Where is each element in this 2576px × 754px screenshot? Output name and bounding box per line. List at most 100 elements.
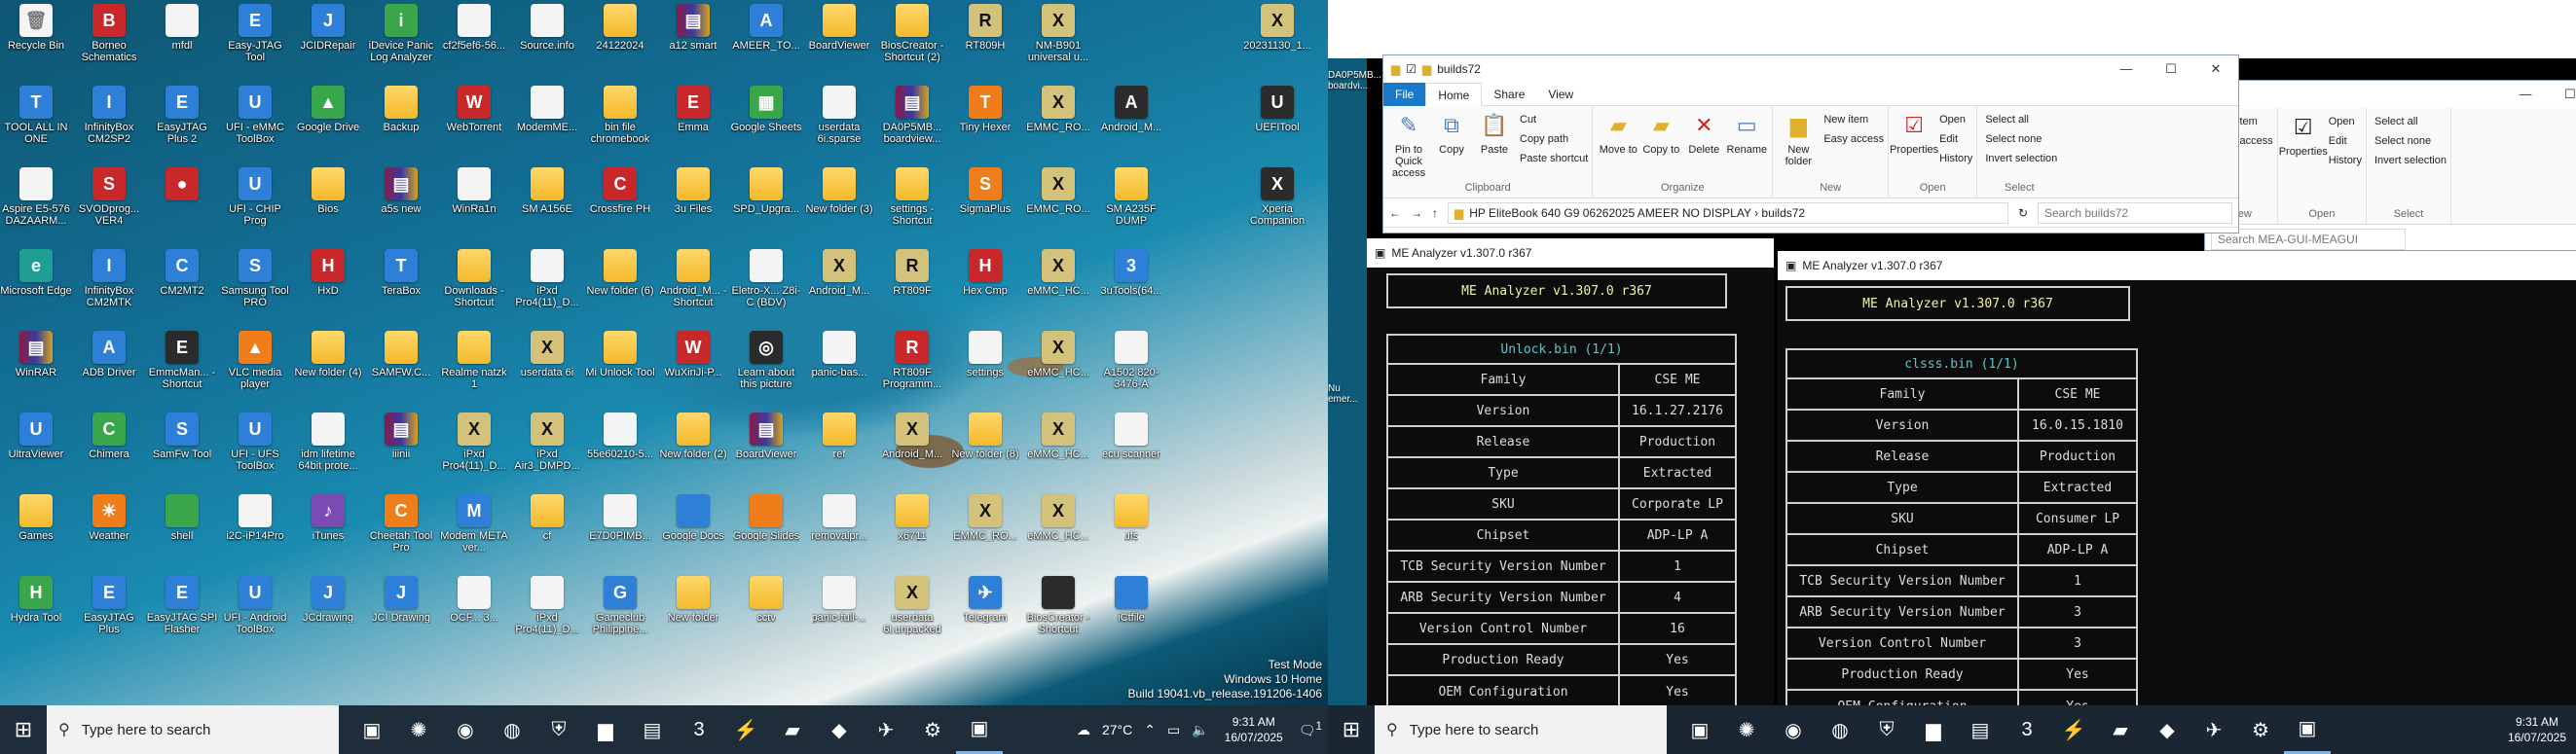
forward-arrow-icon[interactable]: → — [1411, 206, 1422, 220]
desktop-icon[interactable]: cf — [511, 490, 583, 570]
desktop-icon[interactable]: X Xperia Companion — [1241, 163, 1313, 243]
desktop-icon[interactable]: BiosCreator - Shortcut — [1022, 572, 1094, 652]
desktop-icon[interactable]: settings — [949, 327, 1021, 407]
tab-home[interactable]: Home — [1425, 82, 1483, 106]
select-none-button[interactable]: Select none — [1985, 129, 2057, 149]
volume-icon[interactable]: 🔈 — [1186, 722, 1214, 738]
desktop-icon[interactable]: ufs — [1095, 490, 1167, 570]
start-button[interactable]: ⊞ — [0, 705, 47, 754]
desktop-icon[interactable]: U UFI - Android ToolBox — [219, 572, 291, 652]
desktop-icon[interactable]: XeMMC_HC... — [1022, 245, 1094, 325]
desktop-icon[interactable]: XeMMC_HC... — [1022, 409, 1094, 488]
desktop-icon[interactable]: U UEFITool — [1241, 82, 1313, 162]
desktop-icon[interactable]: M Modem META ver... — [438, 490, 510, 570]
desktop-icon[interactable]: E EmmcMan... - Shortcut — [146, 327, 218, 407]
desktop-icon[interactable]: A ADB Driver — [73, 327, 145, 407]
network-icon[interactable]: ▭ — [1161, 722, 1186, 738]
desktop-icon[interactable]: I InfinityBox CM2SP2 — [73, 82, 145, 162]
desktop-icon[interactable]: OCF... 3... — [438, 572, 510, 652]
desktop-icon[interactable]: X EMMC_RO... — [1022, 163, 1094, 243]
desktop-icon[interactable]: New folder (3) — [803, 163, 875, 243]
open-button[interactable]: Open — [1939, 110, 1972, 129]
desktop-icon[interactable]: ▲ Google Drive — [292, 82, 364, 162]
copilot-icon[interactable]: ✺ — [395, 705, 442, 754]
pin-quick-access-button[interactable]: ✎ Pin to Quick access — [1387, 110, 1430, 182]
desktop-icon[interactable]: XiPxd Air3_DMPD... — [511, 409, 583, 488]
desktop-icon[interactable]: I InfinityBox CM2MTK — [73, 245, 145, 325]
desktop-icon[interactable]: Games — [0, 490, 72, 570]
desktop-icon[interactable]: ♪ iTunes — [292, 490, 364, 570]
desktop-icon[interactable]: SAMFW.C... — [365, 327, 437, 407]
3utools-icon[interactable]: 3 — [676, 705, 722, 754]
desktop-icon[interactable]: New folder (4) — [292, 327, 364, 407]
invert-selection-button[interactable]: Invert selection — [2374, 151, 2447, 170]
desktop-icon[interactable]: ▤ iiinii — [365, 409, 437, 488]
history-button[interactable]: History — [2329, 151, 2362, 170]
desktop-icon[interactable]: C Cheetah Tool Pro — [365, 490, 437, 570]
back-arrow-icon[interactable]: ← — [1389, 206, 1401, 220]
desktop-icon[interactable]: C Crossfire PH — [584, 163, 656, 243]
desktop-icon[interactable]: J JCI Drawing — [365, 572, 437, 652]
terminal-icon[interactable]: ▰ — [2097, 705, 2144, 754]
me-analyzer-taskbar-icon[interactable]: ▣ — [956, 705, 1003, 754]
search-box[interactable]: Search MEA-GUI-MEAGUI — [2211, 228, 2406, 250]
close-icon[interactable]: ✕ — [2193, 61, 2238, 77]
desktop-icon[interactable]: J JCdrawing — [292, 572, 364, 652]
task-view-icon[interactable]: ▣ — [349, 705, 395, 754]
edit-button[interactable]: Edit — [1939, 129, 1972, 149]
telegram-icon[interactable]: ✈ — [863, 705, 909, 754]
desktop-icon[interactable]: Mi Unlock Tool — [584, 327, 656, 407]
desktop-icon[interactable]: Google Slides — [730, 490, 802, 570]
desktop-icon[interactable]: H HxD — [292, 245, 364, 325]
desktop-icon[interactable]: ref — [803, 409, 875, 488]
new-item-button[interactable]: New item — [1823, 110, 1884, 129]
desktop-icon[interactable]: ☀ Weather — [73, 490, 145, 570]
desktop-icon[interactable]: Xuserdata 6i.unpacked — [876, 572, 948, 652]
me-analyzer-taskbar-icon[interactable]: ▣ — [2284, 705, 2331, 754]
move-to-button[interactable]: ▰ Move to — [1597, 110, 1639, 182]
desktop-icon[interactable]: C CM2MT2 — [146, 245, 218, 325]
desktop-icon[interactable]: bin file chromebook — [584, 82, 656, 162]
paste-button[interactable]: 📋 Paste — [1473, 110, 1516, 182]
desktop-icon[interactable]: H Hex Cmp — [949, 245, 1021, 325]
desktop-icon[interactable]: W WebTorrent — [438, 82, 510, 162]
desktop-icon[interactable]: New folder (2) — [657, 409, 729, 488]
desktop-icon[interactable]: ▤ a5s new — [365, 163, 437, 243]
desktop-icon[interactable]: ▤ DA0P5MB... boardview... — [876, 82, 948, 162]
desktop-icon[interactable]: U UFI - UFS ToolBox — [219, 409, 291, 488]
chrome-icon[interactable]: ◉ — [1770, 705, 1817, 754]
desktop-icon[interactable]: Android_M... - Shortcut — [657, 245, 729, 325]
desktop-icon[interactable]: E7D0PIMB... — [584, 490, 656, 570]
desktop-icon[interactable]: Downloads - Shortcut — [438, 245, 510, 325]
shield-app-icon[interactable]: ⛨ — [1863, 705, 1910, 754]
side-desktop-label[interactable]: DA0P5MB... boardvi... — [1328, 70, 1381, 91]
desktop-icon[interactable]: mfdl — [146, 0, 218, 80]
history-button[interactable]: History — [1939, 149, 1972, 168]
desktop-icon[interactable]: A1502 820-3476-A — [1095, 327, 1167, 407]
tab-share[interactable]: Share — [1482, 83, 1536, 106]
desktop-icon[interactable]: S SamFw Tool — [146, 409, 218, 488]
edit-button[interactable]: Edit — [2329, 131, 2362, 151]
desktop-icon[interactable]: XeMMC_HC... — [1022, 327, 1094, 407]
copy-button[interactable]: ⧉ Copy — [1430, 110, 1473, 182]
cut-button[interactable]: Cut — [1520, 110, 1588, 129]
refresh-icon[interactable]: ↻ — [2018, 206, 2028, 220]
desktop-icon[interactable]: X NM-B901 universal u... — [1022, 0, 1094, 80]
desktop-icon[interactable]: T TOOL ALL IN ONE — [0, 82, 72, 162]
desktop-icon[interactable]: SPD_Upgra... — [730, 163, 802, 243]
desktop-icon[interactable]: panic-full-... — [803, 572, 875, 652]
weather-icon[interactable]: ☁ — [1071, 722, 1096, 738]
new-folder-button[interactable]: ▆ New folder — [1777, 110, 1820, 182]
3utools-icon[interactable]: 3 — [2004, 705, 2050, 754]
taskbar-search[interactable]: ⚲ Type here to search — [47, 705, 339, 754]
desktop-icon[interactable]: Xuserdata 6i — [511, 327, 583, 407]
desktop-icon[interactable]: userdata 6i.sparse — [803, 82, 875, 162]
desktop-icon[interactable]: S SVODprog... VER4 — [73, 163, 145, 243]
desktop-icon[interactable]: SM A156E — [511, 163, 583, 243]
terminal-icon[interactable]: ▰ — [769, 705, 816, 754]
desktop-icon[interactable]: New folder (6) — [584, 245, 656, 325]
desktop-icon[interactable]: 55e60210-5... — [584, 409, 656, 488]
copy-to-button[interactable]: ▰ Copy to — [1639, 110, 1682, 182]
desktop-icon[interactable]: cf2f5ef6-56... — [438, 0, 510, 80]
desktop-icon[interactable]: ▤ WinRAR — [0, 327, 72, 407]
